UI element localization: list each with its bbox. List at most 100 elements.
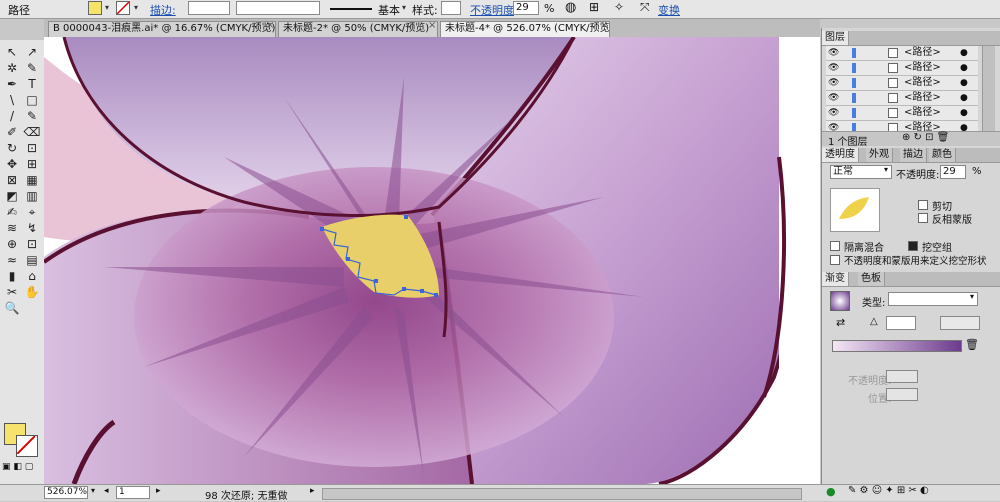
input-method-icon[interactable]: ● xyxy=(826,485,836,498)
align-icon[interactable]: ⊞ xyxy=(589,0,599,14)
gradient-type-select[interactable] xyxy=(888,292,978,306)
color-mode-icons[interactable]: ▣ ◧ ▢ xyxy=(2,462,33,472)
direct-selection-tool-icon[interactable]: ↗ xyxy=(23,44,41,60)
graph-tool-icon[interactable]: ↯ xyxy=(23,220,41,236)
layer-row[interactable]: 👁 <路径> ● xyxy=(826,106,978,121)
scale-tool-icon[interactable]: ⊡ xyxy=(23,140,41,156)
tab-document-1[interactable]: B 0000043-泪痕黑.ai* @ 16.67% (CMYK/预览) xyxy=(48,21,276,37)
pencil-tool-icon[interactable]: / xyxy=(3,108,21,124)
opacity-mask-checkbox[interactable] xyxy=(830,255,840,265)
visibility-eye-icon[interactable]: 👁 xyxy=(828,91,839,105)
visibility-eye-icon[interactable]: 👁 xyxy=(828,106,839,120)
target-circle-icon[interactable]: ● xyxy=(960,76,968,90)
horizontal-scrollbar[interactable] xyxy=(322,488,802,500)
gradient-swatch[interactable] xyxy=(830,291,850,311)
stroke-weight-input[interactable] xyxy=(188,1,230,15)
fill-dropdown-icon[interactable]: ▾ xyxy=(102,1,112,15)
tab-document-2[interactable]: 未标题-2* @ 50% (CMYK/预览) xyxy=(278,21,438,37)
close-icon[interactable]: × xyxy=(266,20,274,31)
stroke-dropdown-icon[interactable]: ▾ xyxy=(131,1,141,15)
layer-row[interactable]: 👁 <路径> ● xyxy=(826,61,978,76)
artboard-canvas[interactable] xyxy=(44,37,820,484)
layer-action-icons[interactable]: ⊕ ↻ ⊡ 🗑 xyxy=(902,132,949,143)
tab-transparency[interactable]: 透明度 xyxy=(822,148,859,162)
transparency-opacity-input[interactable]: 29 xyxy=(940,165,966,179)
recolor-icon[interactable]: ◍ xyxy=(565,0,576,15)
width-tool-icon[interactable]: ≈ xyxy=(3,252,21,268)
mesh-tool-icon[interactable]: ◩ xyxy=(3,188,21,204)
tray-icons[interactable]: ✎ ⚙ ☺ ✦ ⊞ ✂ ◐ xyxy=(848,485,929,496)
close-icon[interactable]: × xyxy=(600,20,608,31)
blend-mode-select[interactable]: 正常 xyxy=(830,165,892,179)
zoom-dropdown-icon[interactable]: ▾ xyxy=(91,486,95,495)
tab-layers[interactable]: 图层 xyxy=(822,31,849,45)
shape-builder-tool-icon[interactable]: ⊠ xyxy=(3,172,21,188)
gradient-tool-icon[interactable]: ▥ xyxy=(23,188,41,204)
magic-wand-tool-icon[interactable]: ✲ xyxy=(3,60,21,76)
pen-tool-icon[interactable]: ✒ xyxy=(3,76,21,92)
free-transform-tool-icon[interactable]: ⊞ xyxy=(23,156,41,172)
eraser-tool-icon[interactable]: ⌫ xyxy=(23,124,41,140)
isolate-blending-checkbox[interactable] xyxy=(830,241,840,251)
tab-document-3[interactable]: 未标题-4* @ 526.07% (CMYK/预览) xyxy=(440,21,610,37)
visibility-eye-icon[interactable]: 👁 xyxy=(828,76,839,90)
type-tool-icon[interactable]: T xyxy=(23,76,41,92)
next-page-icon[interactable]: ▸ xyxy=(156,486,161,496)
target-circle-icon[interactable]: ● xyxy=(960,46,968,60)
hand-tool-icon[interactable]: ✋ xyxy=(23,284,41,300)
paintbrush-tool-icon[interactable]: ✎ xyxy=(23,108,41,124)
graphic-style-picker[interactable] xyxy=(441,1,461,15)
lasso-tool-icon[interactable]: ✎ xyxy=(23,60,41,76)
tab-color[interactable]: 颜色 xyxy=(929,148,956,162)
clip-checkbox[interactable] xyxy=(918,200,928,210)
artboard-tool-icon[interactable]: ⊕ xyxy=(3,236,21,252)
layer-row[interactable]: 👁 <路径> ● xyxy=(826,91,978,106)
stroke-swatch[interactable] xyxy=(116,1,130,15)
stroke-label[interactable]: 描边: xyxy=(150,2,176,18)
line-tool-icon[interactable]: \ xyxy=(3,92,21,108)
chart-tool-icon[interactable]: ▤ xyxy=(23,252,41,268)
tab-swatches[interactable]: 色板 xyxy=(858,272,885,286)
target-circle-icon[interactable]: ● xyxy=(960,91,968,105)
tab-appearance[interactable]: 外观 xyxy=(866,148,893,162)
select-similar-icon[interactable]: ✧ xyxy=(614,0,624,14)
scissors-tool-icon[interactable]: ✂ xyxy=(3,284,21,300)
isolate-icon[interactable]: ⤧ xyxy=(640,0,650,15)
brush-dropdown-icon[interactable]: ▾ xyxy=(399,1,409,15)
live-paint-tool-icon[interactable]: ⌂ xyxy=(23,268,41,284)
perspective-tool-icon[interactable]: ▦ xyxy=(23,172,41,188)
visibility-eye-icon[interactable]: 👁 xyxy=(828,61,839,75)
slice-tool-icon[interactable]: ⊡ xyxy=(23,236,41,252)
warp-tool-icon[interactable]: ✥ xyxy=(3,156,21,172)
zoom-input[interactable]: 526.07% xyxy=(44,486,88,499)
page-input[interactable]: 1 xyxy=(116,486,150,499)
column-tool-icon[interactable]: ▮ xyxy=(3,268,21,284)
rectangle-tool-icon[interactable]: □ xyxy=(23,92,41,108)
layer-row[interactable]: 👁 <路径> ● xyxy=(826,76,978,91)
fill-swatch[interactable] xyxy=(88,1,102,15)
gradient-slider[interactable] xyxy=(832,340,962,352)
gradient-position-input[interactable] xyxy=(886,388,918,401)
variable-width-profile[interactable] xyxy=(236,1,320,15)
opacity-label[interactable]: 不透明度 xyxy=(470,2,514,18)
zoom-tool-icon[interactable]: 🔍 xyxy=(3,300,21,316)
status-menu-icon[interactable]: ▸ xyxy=(310,486,315,496)
symbol-tool-icon[interactable]: ≋ xyxy=(3,220,21,236)
blend-tool-icon[interactable]: ⌖ xyxy=(23,204,41,220)
target-circle-icon[interactable]: ● xyxy=(960,61,968,75)
invert-mask-checkbox[interactable] xyxy=(918,213,928,223)
reverse-gradient-icon[interactable]: ⇄ xyxy=(836,316,845,329)
selection-tool-icon[interactable]: ↖ xyxy=(3,44,21,60)
layers-scrollbar[interactable] xyxy=(982,46,995,131)
opacity-input[interactable]: 29 xyxy=(513,1,539,15)
gradient-opacity-input[interactable] xyxy=(886,370,918,383)
target-circle-icon[interactable]: ● xyxy=(960,106,968,120)
tab-gradient[interactable]: 渐变 xyxy=(822,272,849,286)
transform-link[interactable]: 变换 xyxy=(658,2,680,18)
visibility-eye-icon[interactable]: 👁 xyxy=(828,46,839,60)
close-icon[interactable]: × xyxy=(428,20,436,31)
trash-icon[interactable]: 🗑 xyxy=(965,338,979,351)
tab-stroke[interactable]: 描边 xyxy=(900,148,927,162)
blob-brush-tool-icon[interactable]: ✐ xyxy=(3,124,21,140)
knockout-group-checkbox[interactable] xyxy=(908,241,918,251)
